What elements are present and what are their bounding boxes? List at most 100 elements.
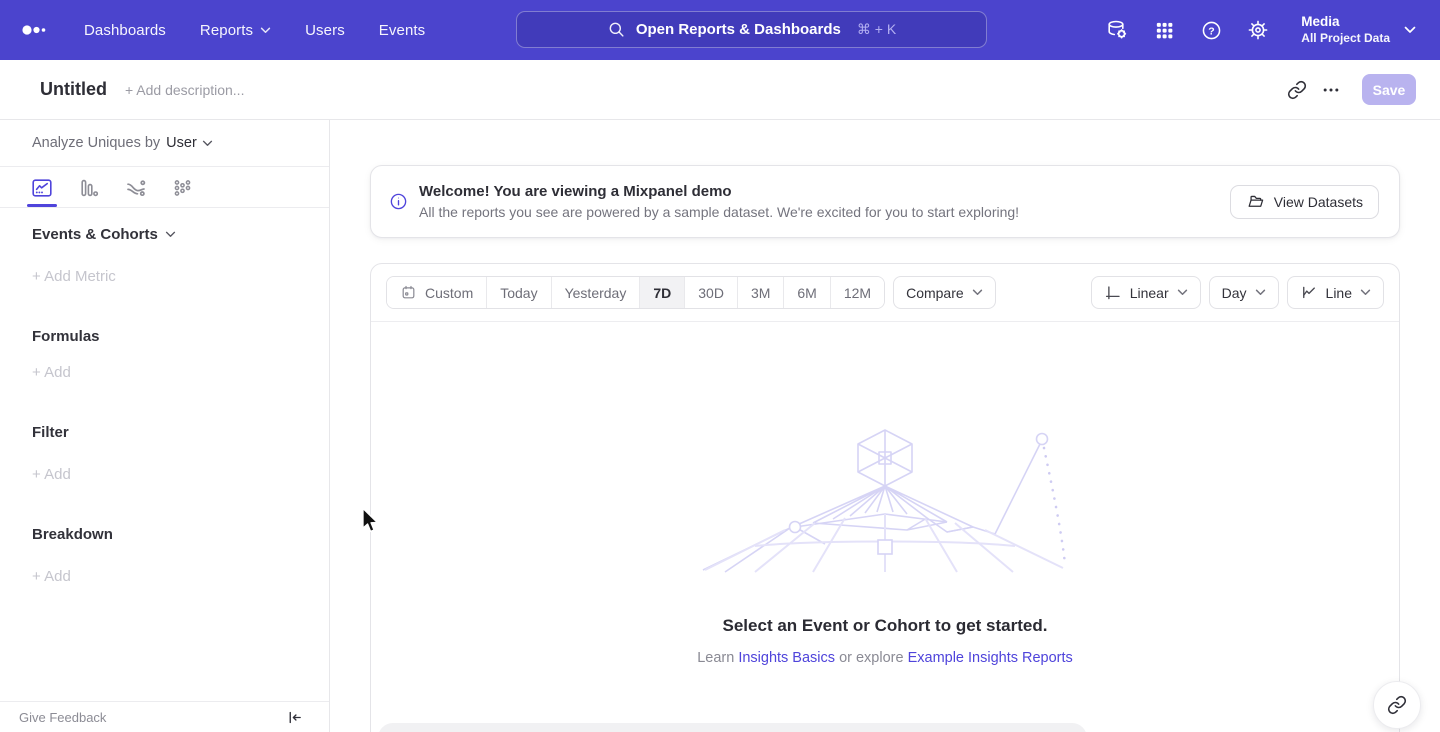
analyze-uniques-row: Analyze Uniques by User: [32, 131, 213, 155]
breakdown-label: Breakdown: [32, 526, 113, 543]
banner-title: Welcome! You are viewing a Mixpanel demo: [419, 181, 1019, 202]
formulas-label: Formulas: [32, 328, 100, 345]
chart-type-tabs: [30, 172, 195, 204]
axes-linear-icon: [1104, 284, 1122, 302]
add-metric-button[interactable]: + Add Metric: [32, 264, 116, 288]
search-icon: [607, 20, 626, 39]
nav-reports[interactable]: Reports: [200, 22, 271, 39]
add-filter-button[interactable]: + Add: [32, 462, 71, 486]
calendar-icon: [400, 284, 417, 301]
nav-users-label: Users: [305, 22, 345, 39]
add-breakdown-button[interactable]: + Add: [32, 564, 71, 588]
chevron-down-icon: [165, 231, 176, 238]
line-chart-icon: [1300, 284, 1318, 302]
copy-link-icon[interactable]: [1280, 73, 1314, 107]
interval-selector[interactable]: Day: [1209, 276, 1279, 309]
nav-dashboards-label: Dashboards: [84, 22, 166, 39]
analyze-value: User: [166, 135, 197, 151]
report-toolbar: Custom Today Yesterday 7D 30D 3M 6M 12M …: [371, 264, 1399, 322]
mixpanel-insights-app: Dashboards Reports Users Events Open Rep…: [0, 0, 1440, 732]
range-6m[interactable]: 6M: [784, 277, 830, 308]
datasets-icon[interactable]: [1105, 18, 1129, 42]
hint-or-explore: or explore: [839, 650, 903, 666]
info-icon: [389, 192, 408, 211]
range-12m[interactable]: 12M: [831, 277, 884, 308]
example-reports-link[interactable]: Example Insights Reports: [908, 650, 1073, 666]
empty-state-hint: Learn Insights Basics or explore Example…: [371, 648, 1399, 668]
add-description[interactable]: + Add description...: [125, 82, 244, 98]
range-7d[interactable]: 7D: [640, 277, 685, 308]
chart-display-controls: Linear Day Line: [1091, 276, 1384, 309]
apps-grid-icon[interactable]: [1152, 18, 1176, 42]
search-shortcut: ⌘ + K: [857, 21, 896, 38]
hint-learn: Learn: [697, 650, 734, 666]
collapse-sidebar-icon[interactable]: [286, 709, 303, 726]
help-icon[interactable]: ?: [1199, 18, 1223, 42]
mixpanel-logo-icon[interactable]: [22, 21, 56, 39]
insights-basics-link[interactable]: Insights Basics: [738, 650, 835, 666]
main-content: Welcome! You are viewing a Mixpanel demo…: [330, 120, 1440, 732]
divider: [0, 207, 329, 208]
range-yesterday[interactable]: Yesterday: [552, 277, 641, 308]
nav-users[interactable]: Users: [305, 22, 345, 39]
range-custom-label: Custom: [425, 285, 473, 301]
insights-report-card: Custom Today Yesterday 7D 30D 3M 6M 12M …: [370, 263, 1400, 732]
chevron-down-icon: [1360, 289, 1371, 296]
share-link-fab[interactable]: [1373, 681, 1421, 729]
tab-bar-chart-icon[interactable]: [77, 172, 101, 204]
bottom-panel-peek: [378, 723, 1087, 732]
scale-selector[interactable]: Linear: [1091, 276, 1201, 309]
view-datasets-button[interactable]: View Datasets: [1230, 185, 1379, 219]
chevron-down-icon: [1255, 289, 1266, 296]
compare-button[interactable]: Compare: [893, 276, 996, 309]
chevron-down-icon: [260, 27, 271, 34]
link-chain-icon: [1387, 695, 1407, 715]
folder-open-icon: [1246, 192, 1265, 211]
demo-banner: Welcome! You are viewing a Mixpanel demo…: [370, 165, 1400, 238]
chevron-down-icon: [972, 289, 983, 296]
project-scope: All Project Data: [1301, 30, 1390, 47]
filter-label: Filter: [32, 424, 69, 441]
view-datasets-label: View Datasets: [1274, 194, 1363, 210]
project-name: Media: [1301, 13, 1390, 30]
add-formula-button[interactable]: + Add: [32, 360, 71, 384]
section-filter: Filter: [32, 420, 69, 444]
range-today[interactable]: Today: [487, 277, 551, 308]
chart-type-label: Line: [1326, 285, 1352, 301]
global-search[interactable]: Open Reports & Dashboards ⌘ + K: [516, 11, 987, 48]
project-switcher[interactable]: Media All Project Data: [1301, 13, 1416, 47]
chevron-down-icon: [1404, 26, 1416, 34]
section-formulas: Formulas: [32, 324, 100, 348]
tab-insights-line-icon[interactable]: [30, 172, 54, 204]
analyze-prefix: Analyze Uniques by: [32, 135, 160, 151]
date-range-segmented-control: Custom Today Yesterday 7D 30D 3M 6M 12M: [386, 276, 885, 309]
analyze-value-dropdown[interactable]: User: [166, 135, 213, 151]
scale-label: Linear: [1130, 285, 1169, 301]
svg-text:?: ?: [1208, 25, 1214, 37]
primary-nav: Dashboards Reports Users Events: [84, 22, 425, 39]
query-builder-sidebar: Analyze Uniques by User: [0, 120, 330, 732]
events-cohorts-label: Events & Cohorts: [32, 226, 158, 243]
range-3m[interactable]: 3M: [738, 277, 784, 308]
range-30d[interactable]: 30D: [685, 277, 738, 308]
save-button[interactable]: Save: [1362, 74, 1416, 105]
range-custom[interactable]: Custom: [387, 277, 487, 308]
give-feedback-link[interactable]: Give Feedback: [19, 710, 106, 725]
top-navigation: Dashboards Reports Users Events Open Rep…: [0, 0, 1440, 60]
report-title[interactable]: Untitled: [40, 79, 107, 100]
chevron-down-icon: [202, 140, 213, 147]
banner-subtitle: All the reports you see are powered by a…: [419, 202, 1019, 223]
chart-type-selector[interactable]: Line: [1287, 276, 1384, 309]
more-options-icon[interactable]: [1314, 73, 1348, 107]
nav-dashboards[interactable]: Dashboards: [84, 22, 166, 39]
section-events-cohorts[interactable]: Events & Cohorts: [32, 222, 176, 246]
divider: [0, 166, 329, 167]
sidebar-footer: Give Feedback: [0, 701, 329, 732]
report-header: Untitled + Add description... Save: [0, 60, 1440, 120]
search-label: Open Reports & Dashboards: [636, 21, 841, 38]
tab-flow-chart-icon[interactable]: [124, 172, 148, 204]
nav-events[interactable]: Events: [379, 22, 425, 39]
chevron-down-icon: [1177, 289, 1188, 296]
tab-scatter-chart-icon[interactable]: [171, 172, 195, 204]
settings-gear-icon[interactable]: [1246, 18, 1270, 42]
